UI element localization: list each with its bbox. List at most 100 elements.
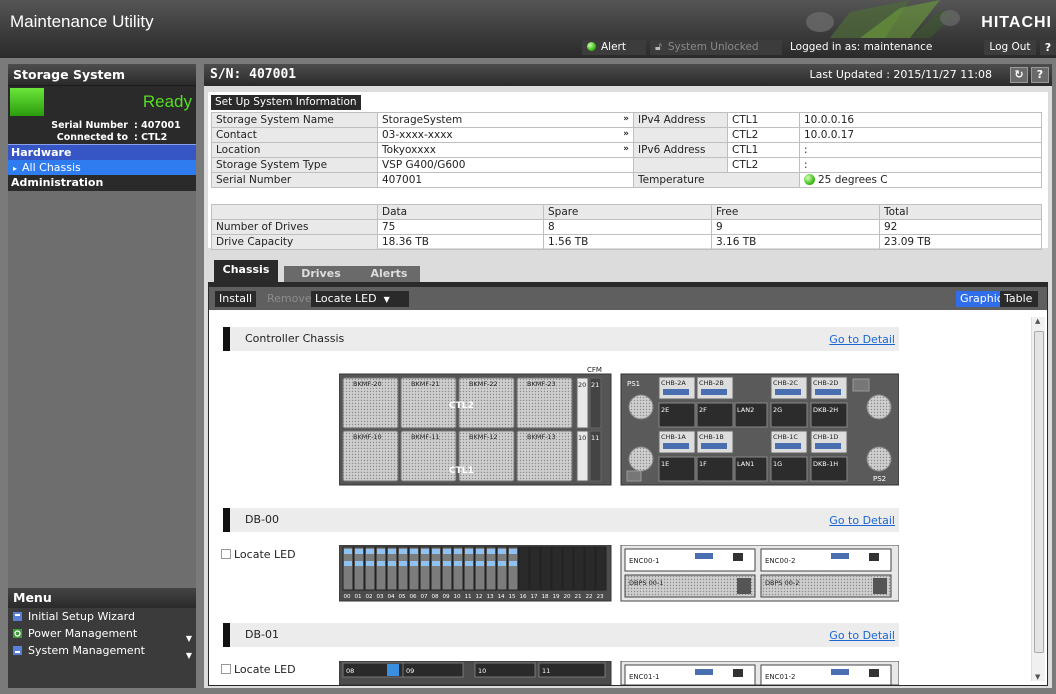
tab-chassis[interactable]: Chassis [214, 260, 278, 282]
menu-item-initial-setup-wizard[interactable]: Initial Setup Wizard [8, 608, 196, 625]
menu-item-label: Power Management [28, 627, 138, 640]
table-header-row: Data Spare Free Total [211, 204, 1042, 220]
drive-slot[interactable] [562, 546, 574, 591]
drive-slot[interactable] [529, 546, 541, 591]
go-to-detail-link[interactable]: Go to Detail [829, 629, 895, 642]
remove-button[interactable]: Remove [263, 291, 316, 307]
port-icon [733, 669, 743, 677]
serial-number-title: S/N: 407001 [210, 67, 297, 82]
section-marker [223, 508, 230, 532]
db-00-locate-led-checkbox[interactable]: Locate LED [221, 548, 296, 561]
drive-slot-label: 11 [542, 667, 550, 675]
io-label: 2F [699, 406, 707, 414]
bkmf-label: BKMF-23 [527, 380, 556, 388]
table-row: Storage System Name StorageSystem» IPv4 … [211, 112, 1042, 128]
drive-led-icon [421, 561, 429, 566]
storage-system-type-value: VSP G400/G600 [377, 157, 634, 173]
controller-chassis-graphic[interactable]: CFM BKMF-20 BKMF-21 BKMF-22 BKMF-23 BKMF-10… [339, 363, 899, 487]
drive-led-icon [399, 561, 407, 566]
ctl2-label: CTL2 [727, 127, 800, 143]
scroll-down-icon[interactable]: ▼ [1035, 673, 1040, 681]
section-marker [223, 327, 230, 351]
ps-label: PS1 [627, 380, 640, 388]
install-button[interactable]: Install [215, 291, 257, 307]
vent-icon [866, 446, 892, 472]
system-unlocked-indicator[interactable]: 🔓︎ System Unlocked [650, 40, 782, 55]
chevron-right-icon: ▸ [13, 164, 18, 173]
scroll-up-icon[interactable]: ▲ [1035, 317, 1040, 325]
go-to-detail-link[interactable]: Go to Detail [829, 333, 895, 346]
fan-label: 21 [591, 381, 599, 389]
go-to-detail-link[interactable]: Go to Detail [829, 514, 895, 527]
serial-number-value: 407001 [377, 172, 634, 188]
chevron-down-icon[interactable]: ▼ [186, 647, 192, 664]
chevron-double-down-icon[interactable]: » [623, 129, 629, 139]
tab-drives[interactable]: Drives [284, 266, 358, 282]
io-label: DKB-1H [813, 460, 838, 468]
setup-system-information-button[interactable]: Set Up System Information [211, 95, 361, 110]
bkmf-label: BKMF-10 [353, 433, 382, 441]
drive-slot[interactable] [584, 546, 596, 591]
chb-label: CHB-1A [661, 433, 686, 441]
table-row: Drive Capacity 18.36 TB 1.56 TB 3.16 TB … [211, 234, 1042, 250]
refresh-button[interactable]: ↻ [1010, 67, 1028, 83]
db-01-locate-led-checkbox[interactable]: Locate LED [221, 663, 296, 676]
help-button[interactable]: ? [1031, 67, 1049, 83]
tab-alerts[interactable]: Alerts [358, 266, 420, 282]
drive-slot[interactable] [540, 546, 552, 591]
chevron-double-down-icon[interactable]: » [623, 144, 629, 154]
menu-item-power-management[interactable]: Power Management ▼ [8, 625, 196, 643]
drive-led-icon [498, 549, 506, 554]
chb-label: CHB-2C [773, 379, 798, 387]
help-button[interactable]: ? [1040, 40, 1056, 55]
logout-button[interactable]: Log Out [984, 40, 1036, 55]
drive-summary-table: Data Spare Free Total Number of Drives 7… [211, 204, 1042, 250]
ipv6-blank [633, 157, 728, 173]
menu-item-system-management[interactable]: System Management ▼ [8, 642, 196, 660]
sidebar-item-hardware[interactable]: Hardware [8, 144, 196, 160]
port-icon [733, 553, 743, 561]
menu-title: Menu [8, 588, 196, 608]
drive-slot[interactable] [518, 546, 530, 591]
header-blank [211, 204, 378, 220]
chb-label: CHB-1B [699, 433, 724, 441]
row-label: Serial Number [211, 172, 378, 188]
drive-slot[interactable] [573, 546, 585, 591]
drive-led-icon [421, 549, 429, 554]
drive-slot-label: 21 [575, 594, 583, 600]
system-information-table: Storage System Name StorageSystem» IPv4 … [211, 112, 1042, 188]
alert-status-icon [587, 42, 596, 51]
db-01-graphic[interactable]: 08 09 10 11 ENC01-1 ENC01-2 [339, 661, 899, 685]
sidebar-item-administration[interactable]: Administration [8, 175, 196, 191]
system-icon [13, 646, 22, 655]
scroll-thumb[interactable] [1034, 331, 1044, 653]
drive-slot[interactable] [551, 546, 563, 591]
chb-label: CHB-2B [699, 379, 724, 387]
dbps-label: DBPS 00-1 [629, 579, 663, 587]
alert-indicator[interactable]: Alert [582, 40, 646, 55]
menu-panel: Menu Initial Setup Wizard Power Manageme… [8, 588, 196, 688]
locate-led-dropdown[interactable]: Locate LED ▼ [311, 291, 409, 307]
drive-slot-label: 11 [465, 594, 473, 600]
sidebar-item-all-chassis[interactable]: ▸ All Chassis [8, 160, 196, 175]
drive-led-icon [487, 561, 495, 566]
table-view-button[interactable]: Table [1000, 291, 1038, 307]
drive-slot-label: 10 [478, 667, 486, 675]
drive-slot-label: 13 [487, 594, 495, 600]
checkbox-icon [221, 664, 231, 674]
app-title: Maintenance Utility [10, 12, 154, 31]
chevron-double-down-icon[interactable]: » [623, 114, 629, 124]
io-label: 1F [699, 460, 707, 468]
drive-slot[interactable] [595, 546, 607, 591]
ipv6-ctl2-value: : [799, 157, 1042, 173]
port-icon [831, 669, 849, 675]
port-icon [831, 553, 849, 559]
db-00-graphic[interactable]: 00 01 02 03 04 05 06 07 08 09 10 11 12 13 14 15 16 17 18 19… [339, 545, 899, 603]
vertical-scrollbar[interactable]: ▲ ▼ [1031, 317, 1045, 681]
power-icon [13, 629, 22, 638]
row-label: Contact [211, 127, 378, 143]
row-label: Location [211, 142, 378, 158]
port-icon [869, 669, 879, 677]
locate-led-label: Locate LED [315, 292, 377, 305]
power-supply-icon [737, 578, 751, 594]
